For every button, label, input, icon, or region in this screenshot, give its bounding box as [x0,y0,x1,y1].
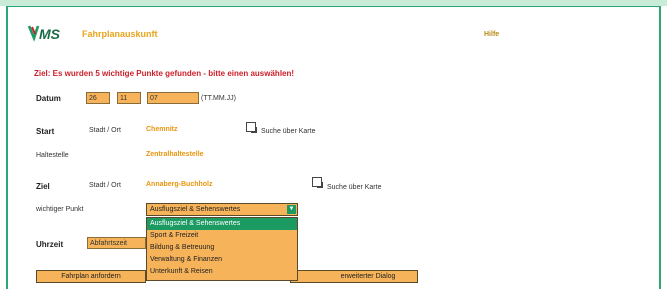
time-mode-select[interactable]: Abfahrtszeit [87,237,146,249]
start-type: Stadt / Ort [89,127,121,134]
chevron-down-icon[interactable]: ▼ [287,205,296,214]
destination-map-search-label: Suche über Karte [327,184,382,191]
destination-city[interactable]: Annaberg-Buchholz [146,181,213,188]
svg-text:MS: MS [39,26,61,42]
month-field[interactable]: 11 [117,92,141,104]
poi-option[interactable]: Bildung & Betreuung [147,242,297,254]
vms-logo: MS [28,25,61,42]
time-label: Uhrzeit [36,240,64,249]
start-city[interactable]: Chemnitz [146,126,178,133]
help-link[interactable]: Hilfe [484,31,499,38]
day-field[interactable]: 26 [86,92,110,104]
extended-dialog-button[interactable]: erweiterter Dialog [290,270,418,283]
destination-label: Ziel [36,182,50,191]
app-title: Fahrplanauskunft [82,29,158,39]
year-field[interactable]: 07 [147,92,199,104]
date-format-hint: (TT.MM.JJ) [201,95,236,102]
poi-option[interactable]: Unterkunft & Reisen [147,266,297,278]
start-map-search-label: Suche über Karte [261,128,316,135]
poi-label: wichtiger Punkt [36,206,84,213]
start-label: Start [36,127,55,136]
start-stop[interactable]: Zentralhaltestelle [146,151,204,158]
request-timetable-button[interactable]: Fahrplan anfordern [36,270,146,283]
poi-select[interactable]: Ausflugsziel & Sehenswertes ▼ [146,203,298,216]
start-map-search-checkbox[interactable] [246,122,257,133]
poi-option[interactable]: Sport & Freizeit [147,230,297,242]
poi-option[interactable]: Ausflugsziel & Sehenswertes [147,218,297,230]
poi-option[interactable]: Verwaltung & Finanzen [147,254,297,266]
poi-dropdown-list: Ausflugsziel & Sehenswertes Sport & Frei… [146,217,298,281]
destination-map-search-checkbox[interactable] [312,177,323,188]
destination-type: Stadt / Ort [89,182,121,189]
status-message: Ziel: Es wurden 5 wichtige Punkte gefund… [34,69,295,78]
poi-select-value: Ausflugsziel & Sehenswertes [150,206,241,213]
date-label: Datum [36,94,61,103]
stop-label: Haltestelle [36,152,69,159]
